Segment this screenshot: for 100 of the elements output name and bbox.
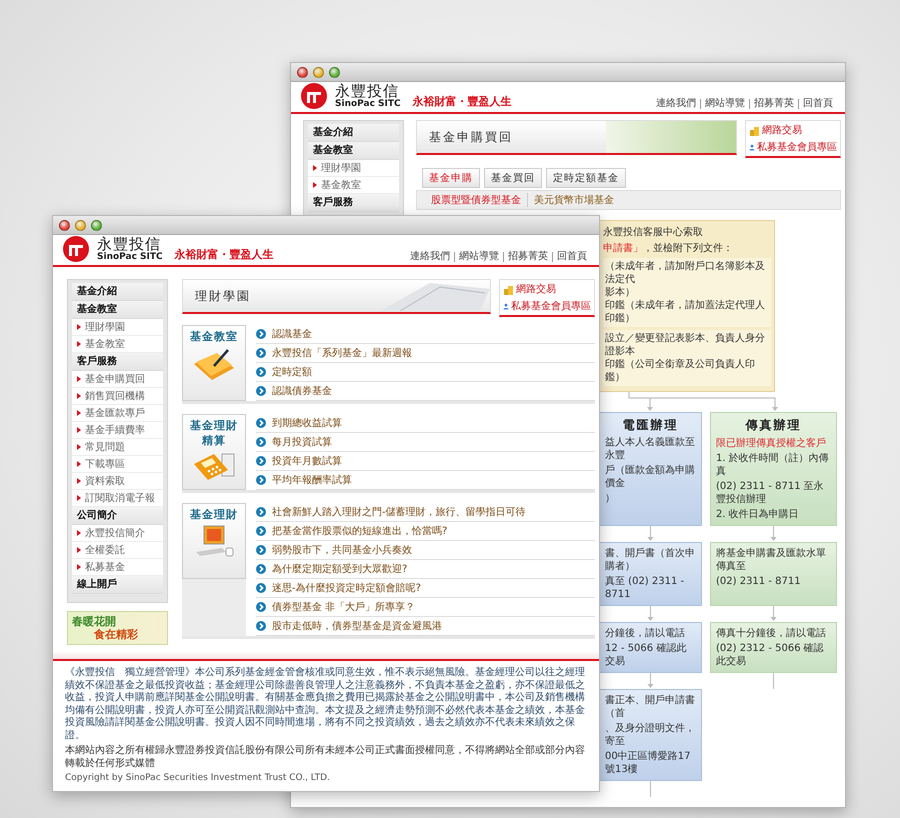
triangle-bullet-icon [77,324,81,330]
chevron-circle-icon [256,583,266,593]
sidebar-heading[interactable]: 基金教室 [72,301,163,319]
copyright-text: Copyright by SinoPac Securities Investment Trust CO., LTD. [65,773,331,783]
tab[interactable]: 定時定額基金 [546,168,626,188]
requirement-text: 印鑑（未成年者，請加蓋法定代理人印鑑） [605,299,766,325]
top-link[interactable]: 回首頁 [798,99,837,109]
step-text: 將基金申購書及匯款水單傳真至 [716,547,827,573]
step-text: 書正本、開戶申請書（首 [605,694,696,720]
chevron-circle-icon [256,507,266,517]
sidebar-item[interactable]: 理財學園 [308,160,399,177]
sidebar-heading[interactable]: 基金介紹 [308,124,399,142]
sidebar-item[interactable]: 理財學園 [72,319,163,336]
minimize-button[interactable] [313,66,324,78]
chevron-circle-icon [256,545,266,555]
article-link[interactable]: 把基金當作股票似的短線進出，恰當嗎? [256,522,595,541]
promo-banner[interactable]: 春暖花開 食在精彩 [67,611,168,645]
requirement-text: 設立／變更登記表影本、負責人身分證影本 [605,332,766,358]
banner-title: 基金申購買回 [429,128,513,146]
logo-icon [301,83,327,109]
sidebar-item[interactable]: 訂閱取消電子報 [72,490,163,507]
article-link[interactable]: 債券型基金 非「大戶」所專享？ [256,598,595,617]
top-link[interactable]: 連絡我們 [406,252,454,262]
top-link[interactable]: 網站導覽 [700,99,749,109]
step-text: 2. 收件日為申購日 [716,508,800,521]
minimize-button[interactable] [75,220,86,230]
step-text: 1. 於收件時間（註）內傳真 [716,452,830,478]
chevron-circle-icon [256,437,266,447]
logo-icon [63,236,89,262]
sidebar-item[interactable]: 基金手續費率 [72,422,163,439]
quick-link[interactable]: 網路交易 [503,282,591,296]
sidebar-item[interactable]: 銷售買回機構 [72,388,163,405]
brand-name-english: SinoPac SITC [335,100,401,109]
article-link[interactable]: 認識基金 [256,325,595,344]
sidebar-item[interactable]: 基金教室 [308,177,399,194]
requirement-text: 永豐投信客服中心索取 [603,226,704,239]
requirement-text: 影本） [605,286,636,299]
subtab[interactable]: 股票型暨債券型基金 [425,193,527,207]
sidebar-heading[interactable]: 線上開戶 [72,576,163,594]
sidebar-item[interactable]: 基金匯款專戶 [72,405,163,422]
article-link[interactable]: 認識債券基金 [256,382,595,401]
article-link[interactable]: 迷思-為什麼投資定時定額會賠呢? [256,579,595,598]
article-link[interactable]: 平均年報酬率試算 [256,471,595,490]
sidebar-heading[interactable]: 基金介紹 [72,283,163,301]
sidebar-item[interactable]: 全權委託 [72,542,163,559]
chevron-circle-icon [256,564,266,574]
step-title: 傳真辦理 [744,417,802,434]
sidebar-item[interactable]: 永豐投信簡介 [72,525,163,542]
zoom-button[interactable] [329,66,340,78]
article-link[interactable]: 為什麼定期定額受到大眾歡迎? [256,560,595,579]
article-link[interactable]: 弱勢股市下，共同基金小兵奏效 [256,541,595,560]
tab[interactable]: 基金申購 [422,168,480,188]
article-link[interactable]: 投資年月數試算 [256,452,595,471]
top-link[interactable]: 連絡我們 [652,99,700,109]
requirement-text: 申請書」，並檢附下列文件： [603,242,734,255]
triangle-bullet-icon [313,165,317,171]
sidebar-item[interactable]: 資料索取 [72,473,163,490]
sidebar-item[interactable]: 基金教室 [72,336,163,353]
sidebar-heading[interactable]: 基金教室 [308,142,399,160]
sidebar-heading[interactable]: 客戶服務 [308,194,399,212]
step-text: (02) 2311 - 8711 至永豐投信辦理 [716,480,825,506]
article-link[interactable]: 永豐投信「系列基金」最新週報 [256,344,595,363]
banner-title: 理財學園 [195,288,251,304]
quick-link[interactable]: 私募基金會員專區 [749,140,837,154]
sidebar-heading[interactable]: 客戶服務 [72,353,163,371]
arrow-connector [770,526,776,541]
brand-name: 永豐投信 [335,84,399,99]
arrow-connector [770,606,776,621]
subtab[interactable]: 美元貨幣市場基金 [527,193,620,207]
article-link[interactable]: 每月投資試算 [256,433,595,452]
close-button[interactable] [59,220,70,230]
tab[interactable]: 基金買回 [484,168,542,188]
step-text: (02) 2311 - 8711 [716,575,802,588]
sidebar-heading[interactable]: 公司簡介 [72,507,163,525]
sidebar-item[interactable]: 常見問題 [72,439,163,456]
chevron-circle-icon [256,602,266,612]
zoom-button[interactable] [91,220,102,230]
chevron-circle-icon [256,456,266,466]
top-link[interactable]: 回首頁 [552,252,591,262]
coin-stack-icon [503,284,514,294]
top-link[interactable]: 招募菁英 [749,99,798,109]
article-link[interactable]: 定時定額 [256,363,595,382]
triangle-bullet-icon [77,341,81,347]
article-link[interactable]: 社會新鮮人踏入理財之門-儲蓄理財，旅行、留學指日可待 [256,503,595,522]
disclaimer-text: 《永豐投信 獨立經營管理》本公司系列基金經金管會核准或同意生效，惟不表示絕無風險。基金經理公司以往之經理績效不保證基金之最低投資收益；基金經理公司除盡善良管理人之注意義務外，不負責本基金之盈虧，亦不保證最低之收益，投資人申購前應詳閱基金公開說明書。有關基金應負擔之費用已揭露於基金之公開說明書中，本公司及銷售機構均備有公開說明書，投資人亦可至公開資訊觀測站中查詢。本文提及之經濟走勢預測不必然代表本基金之績效，本基金投資風險請詳閱基金公開說明書。投資人因不同時間進場，將有不同之投資績效，過去之績效亦不代表未來績效之保證。 [65,667,586,742]
article-link[interactable]: 股市走低時，債券型基金是資金避風港 [256,617,595,636]
triangle-bullet-icon [77,444,81,450]
quick-link[interactable]: 網路交易 [749,123,837,137]
category-title: 基金教室 [190,331,238,344]
article-link[interactable]: 到期總收益試算 [256,414,595,433]
sidebar-item[interactable]: 基金申購買回 [72,371,163,388]
quick-link[interactable]: 私募基金會員專區 [503,299,591,313]
step-text: 傳真十分鐘後，請以電話 [716,627,827,640]
close-button[interactable] [297,66,308,78]
sidebar-item[interactable]: 下載專區 [72,456,163,473]
sidebar-item[interactable]: 私募基金 [72,559,163,576]
category-title: 基金理財 [190,509,238,522]
top-link[interactable]: 網站導覽 [454,252,503,262]
chevron-circle-icon [256,475,266,485]
top-link[interactable]: 招募菁英 [503,252,552,262]
